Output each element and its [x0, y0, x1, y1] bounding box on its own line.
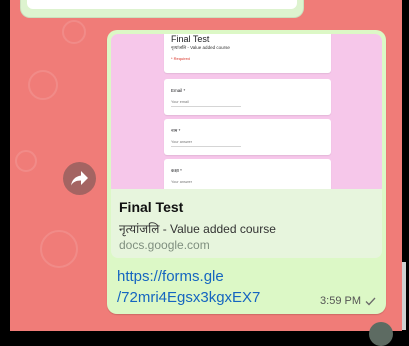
form-question-label: नाम *: [171, 128, 181, 133]
form-question-label: Email *: [171, 88, 186, 93]
form-answer-placeholder: Your answer: [171, 180, 192, 184]
form-question-card: नाम * Your answer: [164, 119, 331, 155]
message-bubble[interactable]: Final Test नृत्यांजलि - Value added cour…: [107, 30, 386, 314]
form-question-label: कक्षा *: [171, 168, 182, 173]
doodle-pattern: [15, 150, 37, 172]
form-header-card: Final Test नृत्यांजलि - Value added cour…: [164, 34, 331, 73]
scroll-down-button[interactable]: [369, 322, 393, 346]
form-question-card: कक्षा * Your answer: [164, 159, 331, 189]
form-required-note: * Required: [171, 56, 190, 61]
forward-button[interactable]: [63, 162, 96, 195]
link-preview-thumbnail: Final Test नृत्यांजलि - Value added cour…: [111, 34, 382, 189]
previous-message-bubble[interactable]: [20, 0, 304, 18]
doodle-pattern: [62, 20, 86, 44]
message-time: 3:59 PM: [320, 295, 361, 307]
message-meta: 3:59 PM: [320, 295, 376, 307]
doodle-pattern: [28, 70, 58, 100]
message-link-line[interactable]: https://forms.gle: [117, 266, 260, 287]
forward-arrow-icon: [71, 171, 88, 186]
message-link[interactable]: https://forms.gle /72mri4Egsx3kgxEX7: [117, 266, 260, 308]
doodle-pattern: [40, 230, 78, 268]
single-check-icon: [365, 297, 376, 305]
link-preview-card[interactable]: Final Test नृत्यांजलि - Value added cour…: [111, 34, 382, 258]
form-description: नृत्यांजलि - Value added course: [171, 45, 230, 50]
form-title: Final Test: [171, 34, 210, 44]
link-preview-description: नृत्यांजलि - Value added course: [119, 222, 276, 236]
message-link-line[interactable]: /72mri4Egsx3kgxEX7: [117, 287, 260, 308]
scrollbar[interactable]: [402, 262, 406, 330]
link-preview-title: Final Test: [119, 199, 184, 215]
form-answer-placeholder: Your email: [171, 100, 189, 104]
form-answer-placeholder: Your answer: [171, 140, 192, 144]
link-preview-domain: docs.google.com: [119, 238, 210, 252]
form-question-card: Email * Your email: [164, 79, 331, 115]
